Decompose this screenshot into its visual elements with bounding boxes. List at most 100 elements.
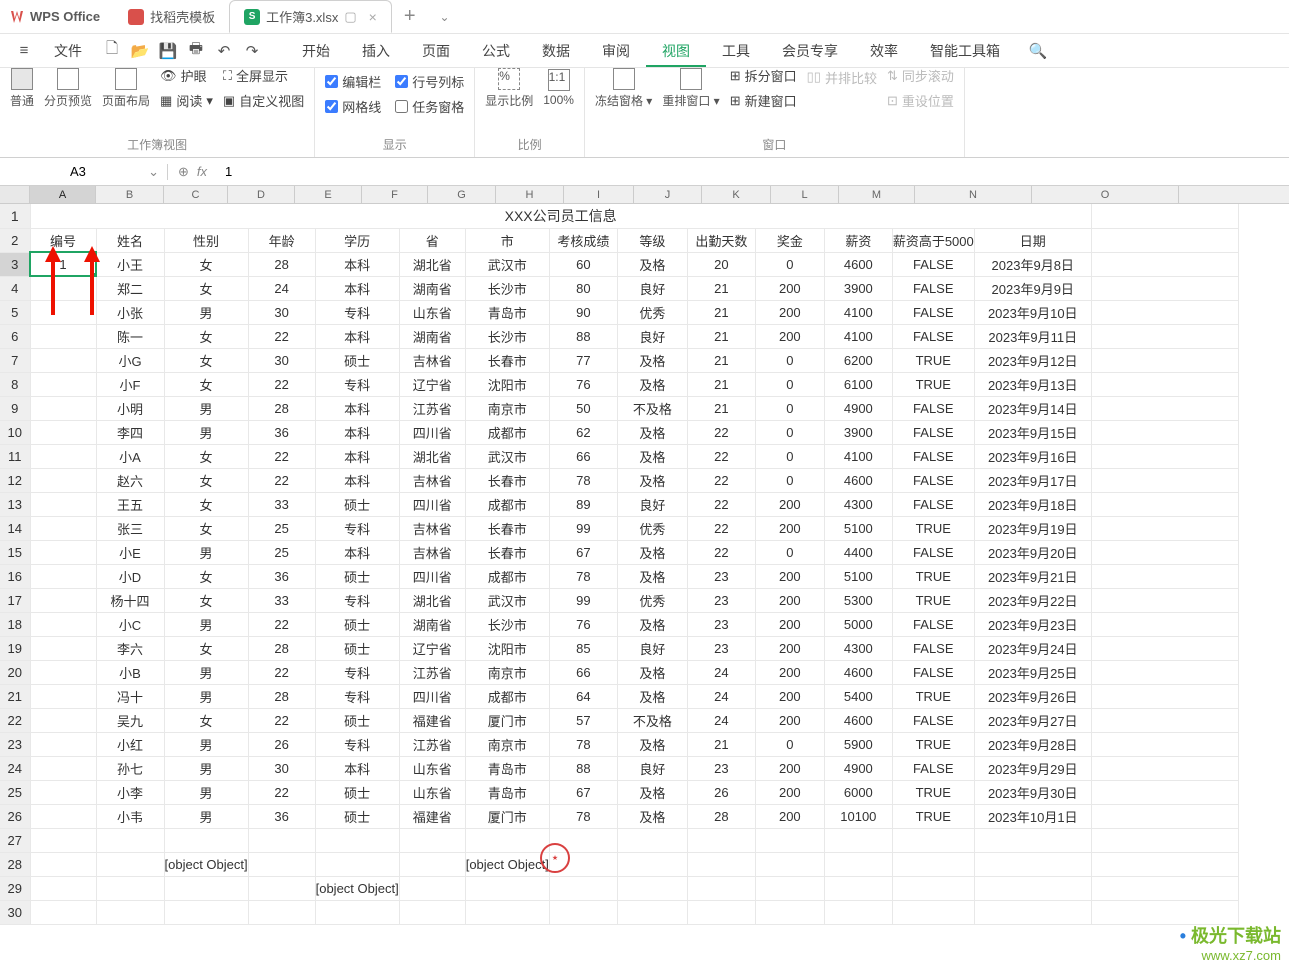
cell[interactable]: 2023年9月29日 bbox=[974, 756, 1091, 780]
cell[interactable]: 女 bbox=[164, 492, 248, 516]
close-icon[interactable]: × bbox=[369, 9, 377, 25]
add-tab-button[interactable]: + bbox=[392, 5, 428, 28]
cell[interactable] bbox=[30, 852, 96, 876]
cell[interactable] bbox=[96, 852, 164, 876]
cell[interactable] bbox=[974, 828, 1091, 852]
cell[interactable]: 4100 bbox=[824, 324, 892, 348]
cell[interactable] bbox=[248, 876, 315, 900]
cell[interactable]: 不及格 bbox=[617, 708, 687, 732]
save-icon[interactable]: 💾 bbox=[154, 42, 182, 60]
cell[interactable]: 湖南省 bbox=[399, 324, 465, 348]
row-header[interactable]: 21 bbox=[0, 684, 30, 708]
cell[interactable]: 25 bbox=[248, 540, 315, 564]
cell[interactable]: 良好 bbox=[617, 324, 687, 348]
cell[interactable]: 成都市 bbox=[465, 492, 549, 516]
cell[interactable] bbox=[248, 900, 315, 924]
column-header[interactable]: B bbox=[96, 186, 164, 203]
row-header[interactable]: 1 bbox=[0, 204, 30, 228]
cell[interactable]: 60 bbox=[549, 252, 617, 276]
cell[interactable]: 0 bbox=[755, 348, 824, 372]
tab-template[interactable]: 找稻壳模板 bbox=[114, 1, 229, 32]
cell[interactable]: 22 bbox=[687, 492, 755, 516]
cell[interactable] bbox=[1091, 252, 1238, 276]
new-doc-icon[interactable]: 🗋 bbox=[98, 38, 126, 63]
cell[interactable]: 及格 bbox=[617, 804, 687, 828]
cell[interactable]: 小王 bbox=[96, 252, 164, 276]
cell[interactable]: 200 bbox=[755, 564, 824, 588]
cell[interactable] bbox=[30, 492, 96, 516]
cell[interactable]: 专科 bbox=[315, 300, 399, 324]
cell[interactable]: 2023年9月22日 bbox=[974, 588, 1091, 612]
row-header[interactable]: 23 bbox=[0, 732, 30, 756]
row-header[interactable]: 30 bbox=[0, 900, 30, 924]
cell[interactable]: 2023年9月26日 bbox=[974, 684, 1091, 708]
cell[interactable] bbox=[1091, 516, 1238, 540]
cell[interactable]: 2023年9月25日 bbox=[974, 660, 1091, 684]
cell[interactable]: 21 bbox=[687, 324, 755, 348]
cell[interactable] bbox=[30, 396, 96, 420]
cell[interactable]: 吴九 bbox=[96, 708, 164, 732]
cell[interactable]: 66 bbox=[549, 660, 617, 684]
cell[interactable]: 专科 bbox=[315, 684, 399, 708]
cell[interactable]: 吉林省 bbox=[399, 468, 465, 492]
cell[interactable] bbox=[617, 828, 687, 852]
cell[interactable]: 21 bbox=[687, 732, 755, 756]
cell[interactable]: 赵六 bbox=[96, 468, 164, 492]
cell[interactable]: 长春市 bbox=[465, 348, 549, 372]
cell[interactable] bbox=[1091, 828, 1238, 852]
cell[interactable]: FALSE bbox=[892, 708, 974, 732]
cell[interactable]: 21 bbox=[687, 276, 755, 300]
cell[interactable]: 5100 bbox=[824, 516, 892, 540]
cell[interactable]: 省 bbox=[399, 228, 465, 252]
column-header[interactable]: A bbox=[30, 186, 96, 203]
cell[interactable]: 本科 bbox=[315, 252, 399, 276]
cell[interactable]: 考核成绩 bbox=[549, 228, 617, 252]
cell[interactable] bbox=[1091, 708, 1238, 732]
column-header[interactable]: L bbox=[771, 186, 839, 203]
cell[interactable]: 男 bbox=[164, 804, 248, 828]
cell[interactable]: 女 bbox=[164, 588, 248, 612]
cell[interactable]: 2023年9月18日 bbox=[974, 492, 1091, 516]
cell[interactable]: 26 bbox=[248, 732, 315, 756]
cell[interactable]: 张三 bbox=[96, 516, 164, 540]
cell[interactable] bbox=[617, 852, 687, 876]
cell[interactable] bbox=[1091, 852, 1238, 876]
cell[interactable]: 23 bbox=[687, 564, 755, 588]
fullscreen-button[interactable]: ⛶ 全屏显示 bbox=[223, 66, 304, 85]
cell[interactable]: FALSE bbox=[892, 300, 974, 324]
cell[interactable] bbox=[465, 876, 549, 900]
formula-input[interactable]: 1 bbox=[217, 164, 1289, 179]
cell[interactable] bbox=[1091, 300, 1238, 324]
cell[interactable] bbox=[824, 876, 892, 900]
cell[interactable]: 女 bbox=[164, 636, 248, 660]
cell[interactable]: 女 bbox=[164, 516, 248, 540]
cell[interactable] bbox=[824, 852, 892, 876]
cell[interactable]: 2023年9月20日 bbox=[974, 540, 1091, 564]
cell[interactable]: 24 bbox=[248, 276, 315, 300]
cell[interactable]: 小张 bbox=[96, 300, 164, 324]
cell[interactable]: 22 bbox=[687, 468, 755, 492]
cell[interactable]: 及格 bbox=[617, 348, 687, 372]
cell[interactable]: 5100 bbox=[824, 564, 892, 588]
column-header[interactable]: N bbox=[915, 186, 1032, 203]
cell[interactable] bbox=[1091, 900, 1238, 924]
cell[interactable] bbox=[617, 876, 687, 900]
cell[interactable]: 女 bbox=[164, 564, 248, 588]
cell[interactable]: 女 bbox=[164, 348, 248, 372]
cell[interactable]: 23 bbox=[687, 636, 755, 660]
cell[interactable]: FALSE bbox=[892, 420, 974, 444]
cell[interactable]: 四川省 bbox=[399, 420, 465, 444]
cell[interactable]: 0 bbox=[755, 396, 824, 420]
undo-icon[interactable]: ↶ bbox=[210, 42, 238, 60]
cell[interactable]: 200 bbox=[755, 660, 824, 684]
cell[interactable] bbox=[1091, 372, 1238, 396]
cell[interactable]: 2023年9月21日 bbox=[974, 564, 1091, 588]
page-break-preview-button[interactable]: 分页预览 bbox=[44, 68, 92, 109]
cell[interactable] bbox=[164, 876, 248, 900]
column-header[interactable]: F bbox=[362, 186, 428, 203]
cell[interactable] bbox=[30, 876, 96, 900]
cell[interactable] bbox=[30, 636, 96, 660]
cell[interactable]: 28 bbox=[248, 636, 315, 660]
cell[interactable] bbox=[687, 828, 755, 852]
cell[interactable] bbox=[30, 588, 96, 612]
